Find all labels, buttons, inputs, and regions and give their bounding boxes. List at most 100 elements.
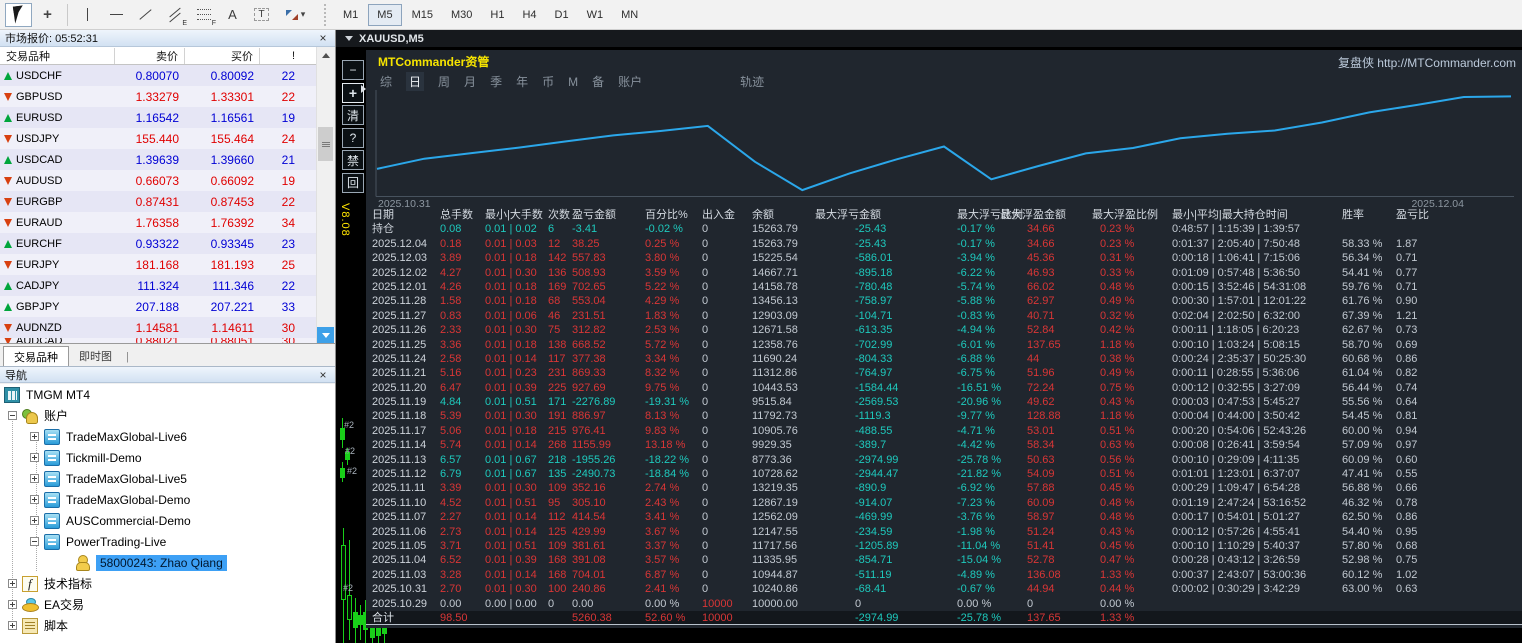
market-watch-scrollbar[interactable] bbox=[316, 47, 334, 343]
market-watch-row[interactable]: AUDNZD 1.14581 1.14611 30 bbox=[0, 317, 316, 338]
market-watch-row[interactable]: USDCAD 1.39639 1.39660 21 bbox=[0, 149, 316, 170]
table-row[interactable]: 2025.11.26 2.33 0.01 | 0.30 75 312.82 2.53 % 0… bbox=[366, 323, 1522, 337]
table-row[interactable]: 2025.11.11 3.39 0.01 | 0.30 109 352.16 2.74 %… bbox=[366, 481, 1522, 495]
sidebar-item-tickmill-demo[interactable]: Tickmill-Demo bbox=[0, 447, 335, 468]
market-watch-row[interactable]: USDJPY 155.440 155.464 24 bbox=[0, 128, 316, 149]
table-row[interactable]: 2025.10.29 0.00 0.00 | 0.00 0 0.00 0.00 % 1000… bbox=[366, 597, 1522, 611]
table-row[interactable]: 2025.12.01 4.26 0.01 | 0.18 169 702.65 5.22 %… bbox=[366, 280, 1522, 294]
table-row[interactable]: 2025.11.18 5.39 0.01 | 0.30 191 886.97 8.13 %… bbox=[366, 409, 1522, 423]
tab-tick-chart[interactable]: 即时图 bbox=[69, 346, 122, 366]
market-watch-row[interactable]: EURGBP 0.87431 0.87453 22 bbox=[0, 191, 316, 212]
table-row[interactable]: 持仓 0.08 0.01 | 0.02 6 -3.41 -0.02 % 0 15263.79 -… bbox=[366, 222, 1522, 236]
sidebar-item-auscommercial-demo[interactable]: AUSCommercial-Demo bbox=[0, 510, 335, 531]
vertical-line-tool-button[interactable] bbox=[74, 3, 101, 27]
table-row[interactable]: 2025.11.28 1.58 0.01 | 0.18 68 553.04 4.29 % 0… bbox=[366, 294, 1522, 308]
table-row[interactable]: 2025.11.07 2.27 0.01 | 0.14 112 414.54 3.41 %… bbox=[366, 510, 1522, 524]
close-icon[interactable]: × bbox=[316, 31, 330, 45]
horizontal-line-tool-button[interactable] bbox=[103, 3, 130, 27]
table-row[interactable]: 2025.11.19 4.84 0.01 | 0.51 171 -2276.89 -19.… bbox=[366, 395, 1522, 409]
channel-tool-button[interactable]: E bbox=[161, 3, 188, 27]
panel-menu-item-7[interactable]: M bbox=[568, 75, 578, 89]
timeframe-button-m30[interactable]: M30 bbox=[443, 4, 480, 26]
timeframe-button-m5[interactable]: M5 bbox=[368, 3, 402, 26]
panel-menu-item-8[interactable]: 备 bbox=[592, 73, 604, 90]
clear-button[interactable]: 清 bbox=[342, 105, 364, 125]
sidebar-item-ea-[interactable]: EA交易 bbox=[0, 594, 335, 615]
column-header-ask[interactable]: 买价 bbox=[185, 47, 260, 64]
expand-plus-icon[interactable] bbox=[30, 432, 39, 441]
restore-button[interactable]: 回 bbox=[342, 172, 364, 193]
fibonacci-tool-button[interactable]: F bbox=[190, 3, 217, 27]
scroll-down-icon[interactable] bbox=[317, 327, 334, 343]
expand-plus-icon[interactable] bbox=[30, 474, 39, 483]
market-watch-row[interactable]: GBPUSD 1.33279 1.33301 22 bbox=[0, 86, 316, 107]
close-icon[interactable]: × bbox=[316, 368, 330, 382]
panel-menu-item-5[interactable]: 年 bbox=[516, 73, 528, 90]
table-row[interactable]: 2025.11.24 2.58 0.01 | 0.14 117 377.38 3.34 %… bbox=[366, 352, 1522, 366]
panel-menu-item-0[interactable]: 综 bbox=[380, 73, 392, 90]
table-row[interactable]: 2025.11.20 6.47 0.01 | 0.39 225 927.69 9.75 %… bbox=[366, 381, 1522, 395]
toolbar-drag-handle[interactable] bbox=[324, 3, 328, 26]
sidebar-item-tmgm-mt4[interactable]: TMGM MT4 bbox=[0, 384, 335, 405]
table-row[interactable]: 2025.12.02 4.27 0.01 | 0.30 136 508.93 3.59 %… bbox=[366, 266, 1522, 280]
timeframe-button-w1[interactable]: W1 bbox=[579, 4, 612, 26]
arrows-tool-button[interactable]: ▾ bbox=[277, 3, 313, 27]
market-watch-row[interactable]: GBPJPY 207.188 207.221 33 bbox=[0, 296, 316, 317]
table-row[interactable]: 2025.11.27 0.83 0.01 | 0.06 46 231.51 1.83 % 0… bbox=[366, 309, 1522, 323]
market-watch-row[interactable]: EURCHF 0.93322 0.93345 23 bbox=[0, 233, 316, 254]
timeframe-button-d1[interactable]: D1 bbox=[547, 4, 577, 26]
table-row[interactable]: 2025.10.31 2.70 0.01 | 0.30 100 240.86 2.41 %… bbox=[366, 582, 1522, 596]
expand-plus-icon[interactable] bbox=[8, 579, 17, 588]
table-row[interactable]: 2025.11.06 2.73 0.01 | 0.14 125 429.99 3.67 %… bbox=[366, 525, 1522, 539]
collapse-minus-icon[interactable] bbox=[8, 411, 17, 420]
timeframe-button-m15[interactable]: M15 bbox=[404, 4, 441, 26]
text-label-tool-button[interactable]: T bbox=[248, 3, 275, 27]
sidebar-item--[interactable]: 账户 bbox=[0, 405, 335, 426]
sidebar-item-powertrading-live[interactable]: PowerTrading-Live bbox=[0, 531, 335, 552]
market-watch-row[interactable]: CADJPY 111.324 111.346 22 bbox=[0, 275, 316, 296]
panel-menu-item-4[interactable]: 季 bbox=[490, 73, 502, 90]
table-row[interactable]: 2025.11.25 3.36 0.01 | 0.18 138 668.52 5.72 %… bbox=[366, 338, 1522, 352]
market-watch-row[interactable]: EURAUD 1.76358 1.76392 34 bbox=[0, 212, 316, 233]
expand-plus-icon[interactable] bbox=[8, 621, 17, 630]
chart-body[interactable]: #2 #2 #2 #2 − + 清? 禁回 V8.08 MTCommander资管 复盘侠 … bbox=[336, 47, 1522, 643]
sidebar-item-trademaxglobal-live5[interactable]: TradeMaxGlobal-Live5 bbox=[0, 468, 335, 489]
sidebar-item-trademaxglobal-demo[interactable]: TradeMaxGlobal-Demo bbox=[0, 489, 335, 510]
scroll-up-icon[interactable] bbox=[317, 47, 334, 64]
cursor-tool-button[interactable] bbox=[5, 2, 32, 27]
table-row[interactable]: 2025.12.03 3.89 0.01 | 0.18 142 557.83 3.80 %… bbox=[366, 251, 1522, 265]
panel-menu-item-1[interactable]: 日 bbox=[406, 72, 425, 91]
table-row[interactable]: 2025.11.03 3.28 0.01 | 0.14 168 704.01 6.87 %… bbox=[366, 568, 1522, 582]
timeframe-button-mn[interactable]: MN bbox=[613, 4, 646, 26]
table-row[interactable]: 2025.12.04 0.18 0.01 | 0.03 12 38.25 0.25 % 0 1… bbox=[366, 237, 1522, 251]
sidebar-item-58000243-zhao-qiang[interactable]: 58000243: Zhao Qiang bbox=[0, 552, 335, 573]
table-row[interactable]: 2025.11.12 6.79 0.01 | 0.67 135 -2490.73 -18.… bbox=[366, 467, 1522, 481]
tab-symbols[interactable]: 交易品种 bbox=[3, 346, 69, 366]
sidebar-item--[interactable]: 技术指标 bbox=[0, 573, 335, 594]
market-watch-row[interactable]: AUDUSD 0.66073 0.66092 19 bbox=[0, 170, 316, 191]
text-tool-button[interactable]: A bbox=[219, 3, 246, 27]
timeframe-button-h1[interactable]: H1 bbox=[482, 4, 512, 26]
column-header-symbol[interactable]: 交易品种 bbox=[0, 47, 115, 64]
watermark-link[interactable]: 复盘侠 http://MTCommander.com bbox=[1338, 54, 1516, 71]
table-total-row[interactable]: 合计 98.50 5260.38 52.60 % 10000 -2974.99 -25.78… bbox=[366, 610, 1522, 626]
scrollbar-thumb[interactable] bbox=[318, 127, 333, 161]
help-button[interactable]: ? bbox=[342, 127, 364, 148]
collapse-minus-icon[interactable] bbox=[30, 537, 39, 546]
expand-plus-icon[interactable] bbox=[30, 453, 39, 462]
column-header-bid[interactable]: 卖价 bbox=[115, 47, 185, 64]
table-row[interactable]: 2025.11.04 6.52 0.01 | 0.39 168 391.08 3.57 %… bbox=[366, 553, 1522, 567]
panel-menu-item-2[interactable]: 周 bbox=[438, 73, 450, 90]
expand-plus-icon[interactable] bbox=[30, 495, 39, 504]
table-row[interactable]: 2025.11.17 5.06 0.01 | 0.18 215 976.41 9.83 %… bbox=[366, 424, 1522, 438]
market-watch-row[interactable]: EURUSD 1.16542 1.16561 19 bbox=[0, 107, 316, 128]
timeframe-button-h4[interactable]: H4 bbox=[514, 4, 544, 26]
market-watch-row[interactable]: USDCHF 0.80070 0.80092 22 bbox=[0, 65, 316, 86]
expand-plus-icon[interactable] bbox=[30, 516, 39, 525]
table-row[interactable]: 2025.11.10 4.52 0.01 | 0.51 95 305.10 2.43 % 0… bbox=[366, 496, 1522, 510]
panel-menu-item-3[interactable]: 月 bbox=[464, 73, 476, 90]
expand-plus-icon[interactable] bbox=[8, 600, 17, 609]
minimize-button[interactable]: − bbox=[342, 60, 364, 80]
panel-menu-item-6[interactable]: 币 bbox=[542, 73, 554, 90]
chart-titlebar[interactable]: XAUUSD,M5 bbox=[336, 30, 1522, 47]
